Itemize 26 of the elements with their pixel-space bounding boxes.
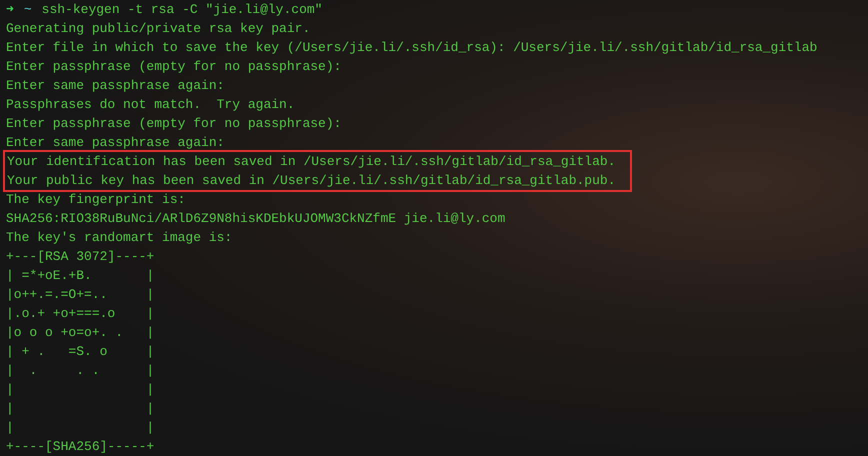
output-line: Enter file in which to save the key (/Users/jie.li/.ssh/id_rsa): /Users/jie.li/.ssh/gitlab/id_rsa_gitlab (6, 39, 818, 57)
output-line: The key fingerprint is: (6, 191, 186, 209)
output-line: | + . =S. o | (6, 343, 156, 361)
output-line: Your public key has been saved in /Users/jie.li/.ssh/gitlab/id_rsa_gitlab.pub. (7, 172, 616, 190)
output-line: | | (6, 381, 156, 399)
output-line: | . . . | (6, 362, 156, 380)
output-line: Enter passphrase (empty for no passphrase): (6, 58, 342, 76)
output-line: Enter same passphrase again: (6, 77, 226, 95)
output-line: Enter passphrase (empty for no passphrase): (6, 115, 342, 133)
output-line: Your identification has been saved in /Users/jie.li/.ssh/gitlab/id_rsa_gitlab. (7, 153, 616, 171)
output-line: Passphrases do not match. Try again. (6, 96, 296, 114)
output-line: |.o.+ +o+===.o | (6, 305, 156, 323)
output-line: | | (6, 400, 156, 418)
output-line: +----[SHA256]-----+ (6, 438, 156, 456)
output-line: |o o o +o=o+. . | (6, 324, 156, 342)
output-line: | | (6, 419, 156, 437)
output-line: | =*+oE.+B. | (6, 267, 156, 285)
output-line: The key's randomart image is: (6, 229, 234, 247)
output-line: +---[RSA 3072]----+ (6, 248, 156, 266)
command-text: ssh-keygen -t rsa -C "jie.li@ly.com" (42, 1, 322, 19)
current-directory: ~ (24, 1, 32, 19)
output-line: SHA256:RIO38RuBuNci/ARlD6Z9N8hisKDEbkUJOMW3CkNZfmE jie.li@ly.com (6, 210, 506, 228)
output-line: Generating public/private rsa key pair. (6, 20, 312, 38)
prompt-symbol: ➜ (6, 1, 14, 19)
output-line: Enter same passphrase again: (6, 134, 226, 152)
output-line: |o++.=.=O+=.. | (6, 286, 156, 304)
